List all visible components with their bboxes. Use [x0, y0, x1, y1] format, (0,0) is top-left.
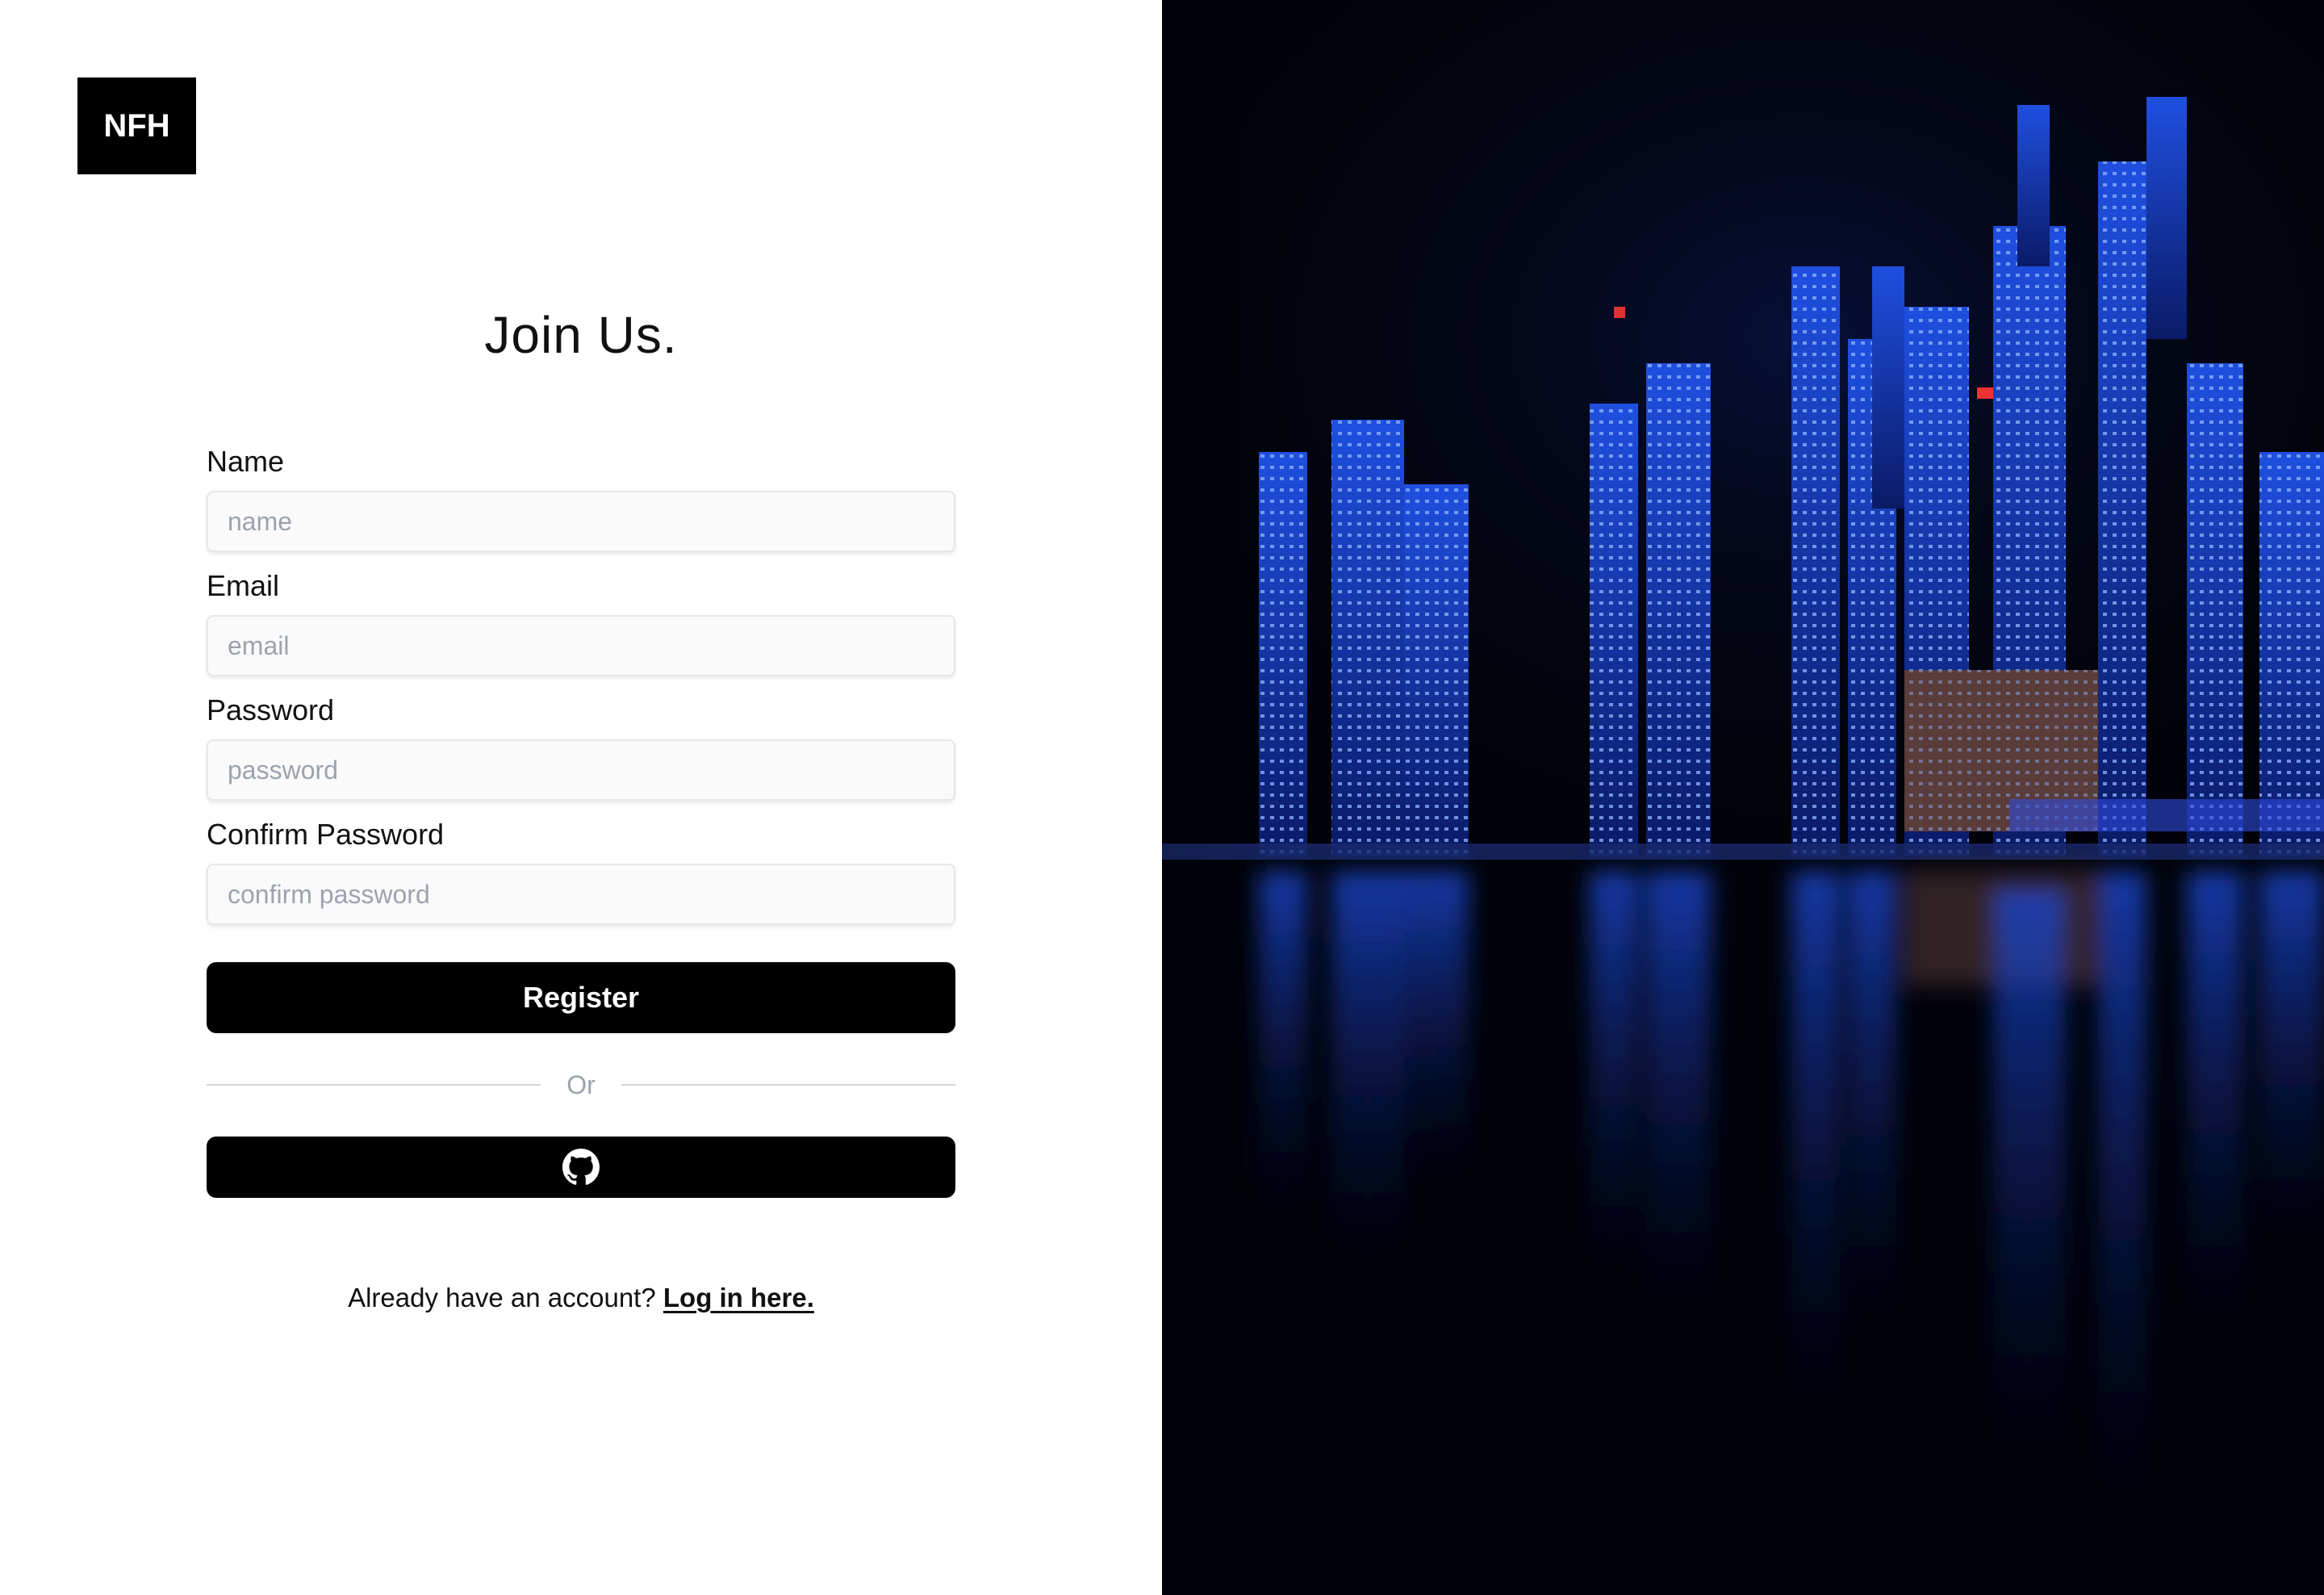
or-divider: Or	[207, 1061, 955, 1109]
city-skyline-image	[1162, 0, 2324, 1595]
hero-image	[1162, 0, 2324, 1595]
email-label: Email	[207, 569, 280, 602]
confirm-password-label: Confirm Password	[207, 818, 445, 851]
login-link[interactable]: Log in here.	[663, 1283, 814, 1312]
name-input[interactable]	[207, 491, 955, 552]
brand-logo[interactable]: NFH	[77, 77, 196, 174]
register-page: NFH Join Us. Name Email Password Confirm…	[0, 0, 2324, 1595]
login-prompt: Already have an account? Log in here.	[207, 1280, 955, 1316]
divider-line-right	[621, 1084, 955, 1086]
register-button[interactable]: Register	[207, 962, 955, 1033]
github-signin-button[interactable]	[207, 1137, 955, 1198]
password-input[interactable]	[207, 739, 955, 801]
password-label: Password	[207, 693, 335, 726]
email-input[interactable]	[207, 615, 955, 676]
name-label: Name	[207, 445, 285, 478]
login-prompt-text: Already have an account?	[348, 1283, 656, 1312]
form-panel: NFH Join Us. Name Email Password Confirm…	[0, 0, 1162, 1595]
confirm-password-input[interactable]	[207, 864, 955, 925]
register-form: Join Us. Name Email Password Confirm Pas…	[207, 299, 955, 1316]
github-icon	[562, 1149, 600, 1185]
page-title: Join Us.	[484, 306, 678, 364]
divider-line-left	[207, 1084, 541, 1086]
divider-text: Or	[566, 1070, 596, 1099]
brand-logo-text: NFH	[103, 107, 170, 144]
